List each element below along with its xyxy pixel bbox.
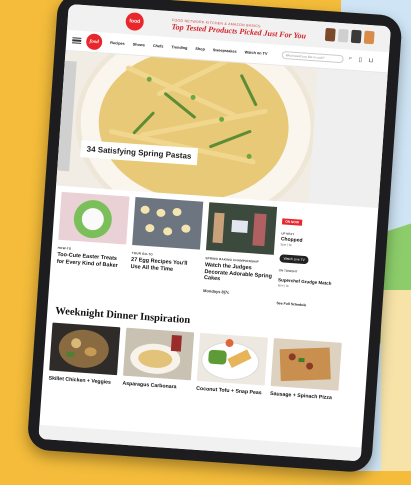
card-title[interactable]: Watch the Judges Decorate Adorable Sprin… <box>204 262 273 286</box>
promo-products <box>324 27 375 45</box>
card-title[interactable]: 27 Egg Recipes You'll Use All the Time <box>130 257 199 275</box>
nav-item-trending[interactable]: Trending <box>171 45 187 50</box>
card-title[interactable]: Too-Cute Easter Treats for Every Kind of… <box>57 252 126 270</box>
nav-item-chefs[interactable]: Chefs <box>153 44 164 49</box>
coconut-tofu-image <box>196 332 269 386</box>
dinner-title[interactable]: Skillet Chicken + Veggies <box>48 375 116 386</box>
tablet-device: food FOOD NETWORK KITCHEN & AMAZON BASIC… <box>26 0 403 474</box>
dinner-title[interactable]: Coconut Tofu + Snap Peas <box>196 385 264 396</box>
cart-icon[interactable]: ⊔ <box>368 57 373 64</box>
nav-item-recipes[interactable]: Recipes <box>110 41 125 46</box>
featured-card[interactable]: HOW-TO Too-Cute Easter Treats for Every … <box>55 191 130 294</box>
skillet-chicken-image <box>49 322 121 375</box>
dinner-card[interactable]: Sausage + Spinach Pizza <box>270 337 342 402</box>
on-now-badge: ON NOW <box>281 218 303 226</box>
hamburger-menu-icon[interactable] <box>72 36 82 45</box>
dinner-title[interactable]: Sausage + Spinach Pizza <box>270 390 338 401</box>
dinner-card[interactable]: Coconut Tofu + Snap Peas <box>196 332 269 396</box>
sausage-pizza-image <box>270 337 342 391</box>
dinner-card[interactable]: Asparagus Carbonara <box>122 327 195 391</box>
nav-item-shows[interactable]: Shows <box>133 42 145 47</box>
hero-banner[interactable]: 34 Satisfying Spring Pastas <box>56 50 388 209</box>
nav-item-sweepstakes[interactable]: Sweepstakes <box>213 48 237 54</box>
featured-card[interactable]: SPRING BAKING CHAMPIONSHIP Watch the Jud… <box>202 202 278 304</box>
promo-text: FOOD NETWORK KITCHEN & AMAZON BASICS Top… <box>171 18 306 40</box>
live-tv-panel: ON NOW UP NEXT Chopped 9pm | 8c Watch Li… <box>276 207 343 308</box>
asparagus-carbonara-image <box>123 327 195 380</box>
search-icon[interactable]: ⌕ <box>348 56 352 63</box>
hero-fork-image <box>57 60 77 172</box>
tablet-rotation-wrapper: food FOOD NETWORK KITCHEN & AMAZON BASIC… <box>0 0 411 485</box>
bookmark-icon[interactable]: ▯ <box>358 56 362 63</box>
food-network-logo[interactable]: food <box>85 33 103 51</box>
featured-card[interactable]: YOUR GO-TO 27 Egg Recipes You'll Use All… <box>129 197 204 299</box>
card-airtime: Mondays 8|7c <box>202 287 230 295</box>
easter-treats-image <box>58 191 130 245</box>
promo-logo: food <box>125 11 145 32</box>
nav-menu: Recipes Shows Chefs Trending Shop Sweeps… <box>110 41 268 56</box>
egg-recipes-image <box>132 197 204 250</box>
spring-baking-image <box>205 202 278 255</box>
search-input[interactable]: What would you like to cook? <box>281 50 344 64</box>
tablet-screen: food FOOD NETWORK KITCHEN & AMAZON BASIC… <box>38 3 391 462</box>
watch-live-tv-button[interactable]: Watch Live TV <box>279 254 310 265</box>
nav-item-watch-on-tv[interactable]: Watch on TV <box>244 50 267 56</box>
dinner-title[interactable]: Asparagus Carbonara <box>122 380 190 391</box>
on-tonight-label: ON TONIGHT <box>278 268 298 274</box>
dinner-card[interactable]: Skillet Chicken + Veggies <box>48 322 121 386</box>
hero-napkin-image <box>308 68 388 209</box>
nav-item-shop[interactable]: Shop <box>195 47 205 52</box>
bottom-strip <box>38 424 362 462</box>
